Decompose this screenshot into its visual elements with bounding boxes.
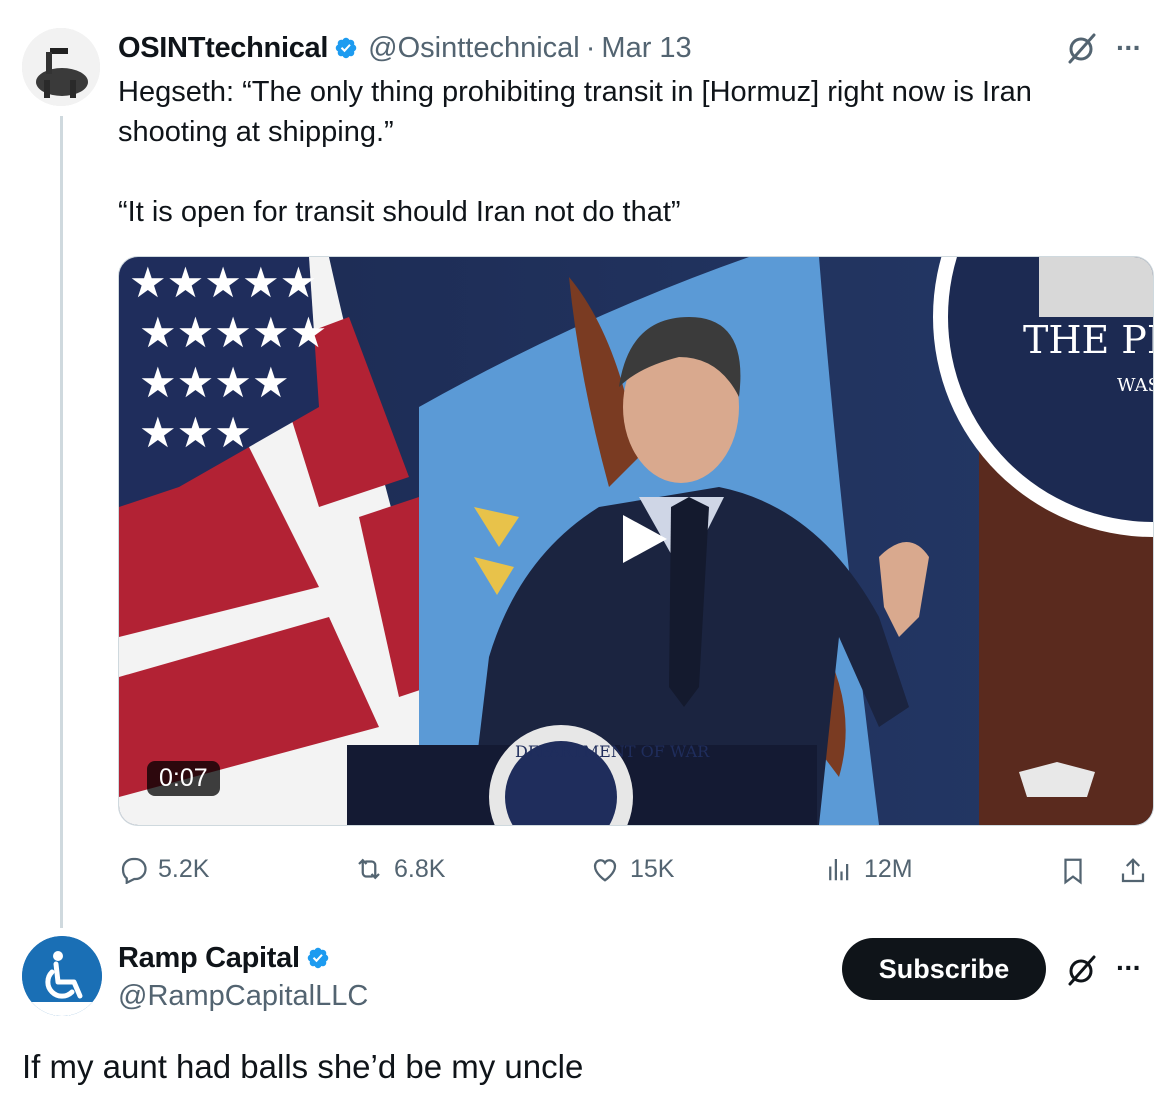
play-icon[interactable]: [613, 509, 673, 569]
author-name[interactable]: OSINTtechnical: [118, 32, 328, 65]
accessibility-icon: [22, 936, 102, 1016]
repost-icon: [358, 858, 380, 880]
reply-text: If my aunt had balls she’d be my uncle: [22, 1048, 584, 1085]
reply-button[interactable]: 5.2K: [118, 854, 209, 884]
reply-more-icon[interactable]: ···: [1116, 952, 1142, 984]
reply-icon: [121, 857, 147, 884]
podium-seal-text: DEPARTMENT OF WAR: [515, 742, 710, 761]
video-duration: 0:07: [147, 761, 220, 796]
reply-count: 5.2K: [158, 854, 210, 883]
views-button[interactable]: 12M: [824, 854, 913, 884]
bookmark-icon[interactable]: [1058, 856, 1088, 886]
like-count: 15K: [630, 854, 675, 883]
reply-author-avatar[interactable]: [22, 936, 102, 1016]
views-icon: [829, 859, 849, 881]
tweet-text-line-2: shooting at shipping.”: [118, 116, 394, 148]
avatar-image: [22, 28, 100, 106]
reply-author-handle[interactable]: @RampCapitalLLC: [118, 980, 368, 1013]
svg-text:★★★★: ★★★★: [139, 358, 290, 407]
tweet-date[interactable]: Mar 13: [601, 32, 691, 65]
reply-author-name[interactable]: Ramp Capital: [118, 942, 300, 975]
like-button[interactable]: 15K: [590, 854, 674, 884]
like-icon: [593, 859, 617, 882]
grok-icon[interactable]: [1064, 952, 1100, 988]
video-player[interactable]: ★★★★★ ★★★★★ ★★★★ ★★★ THE PI WAS: [118, 256, 1154, 826]
more-icon[interactable]: ···: [1116, 32, 1142, 64]
author-handle[interactable]: @Osinttechnical: [368, 32, 580, 65]
reply-header: Ramp Capital: [118, 938, 330, 978]
video-seal-text: THE PI: [1023, 318, 1153, 362]
views-count: 12M: [864, 854, 913, 883]
video-seal-sub: WAS: [1117, 375, 1153, 396]
tweet-text-line-1: Hegseth: “The only thing prohibiting tra…: [118, 76, 1032, 108]
grok-icon[interactable]: [1064, 30, 1100, 66]
svg-text:★★★★★: ★★★★★: [129, 258, 317, 307]
tweet-text: Hegseth: “The only thing prohibiting tra…: [118, 72, 1128, 232]
svg-text:★★★: ★★★: [139, 408, 252, 457]
author-avatar[interactable]: [22, 28, 100, 106]
tweet-text-line-3: “It is open for transit should Iran not …: [118, 196, 681, 228]
repost-button[interactable]: 6.8K: [354, 854, 445, 884]
header-separator: ·: [585, 31, 596, 64]
subscribe-button[interactable]: Subscribe: [842, 938, 1046, 1000]
repost-count: 6.8K: [394, 854, 446, 883]
thread-line: [60, 116, 63, 928]
svg-text:★★★★★: ★★★★★: [139, 308, 327, 357]
tweet-header: OSINTtechnical @Osinttechnical · Mar 13: [118, 28, 692, 68]
share-icon[interactable]: [1118, 856, 1148, 886]
verified-icon: [335, 37, 357, 59]
verified-icon: [307, 947, 328, 969]
